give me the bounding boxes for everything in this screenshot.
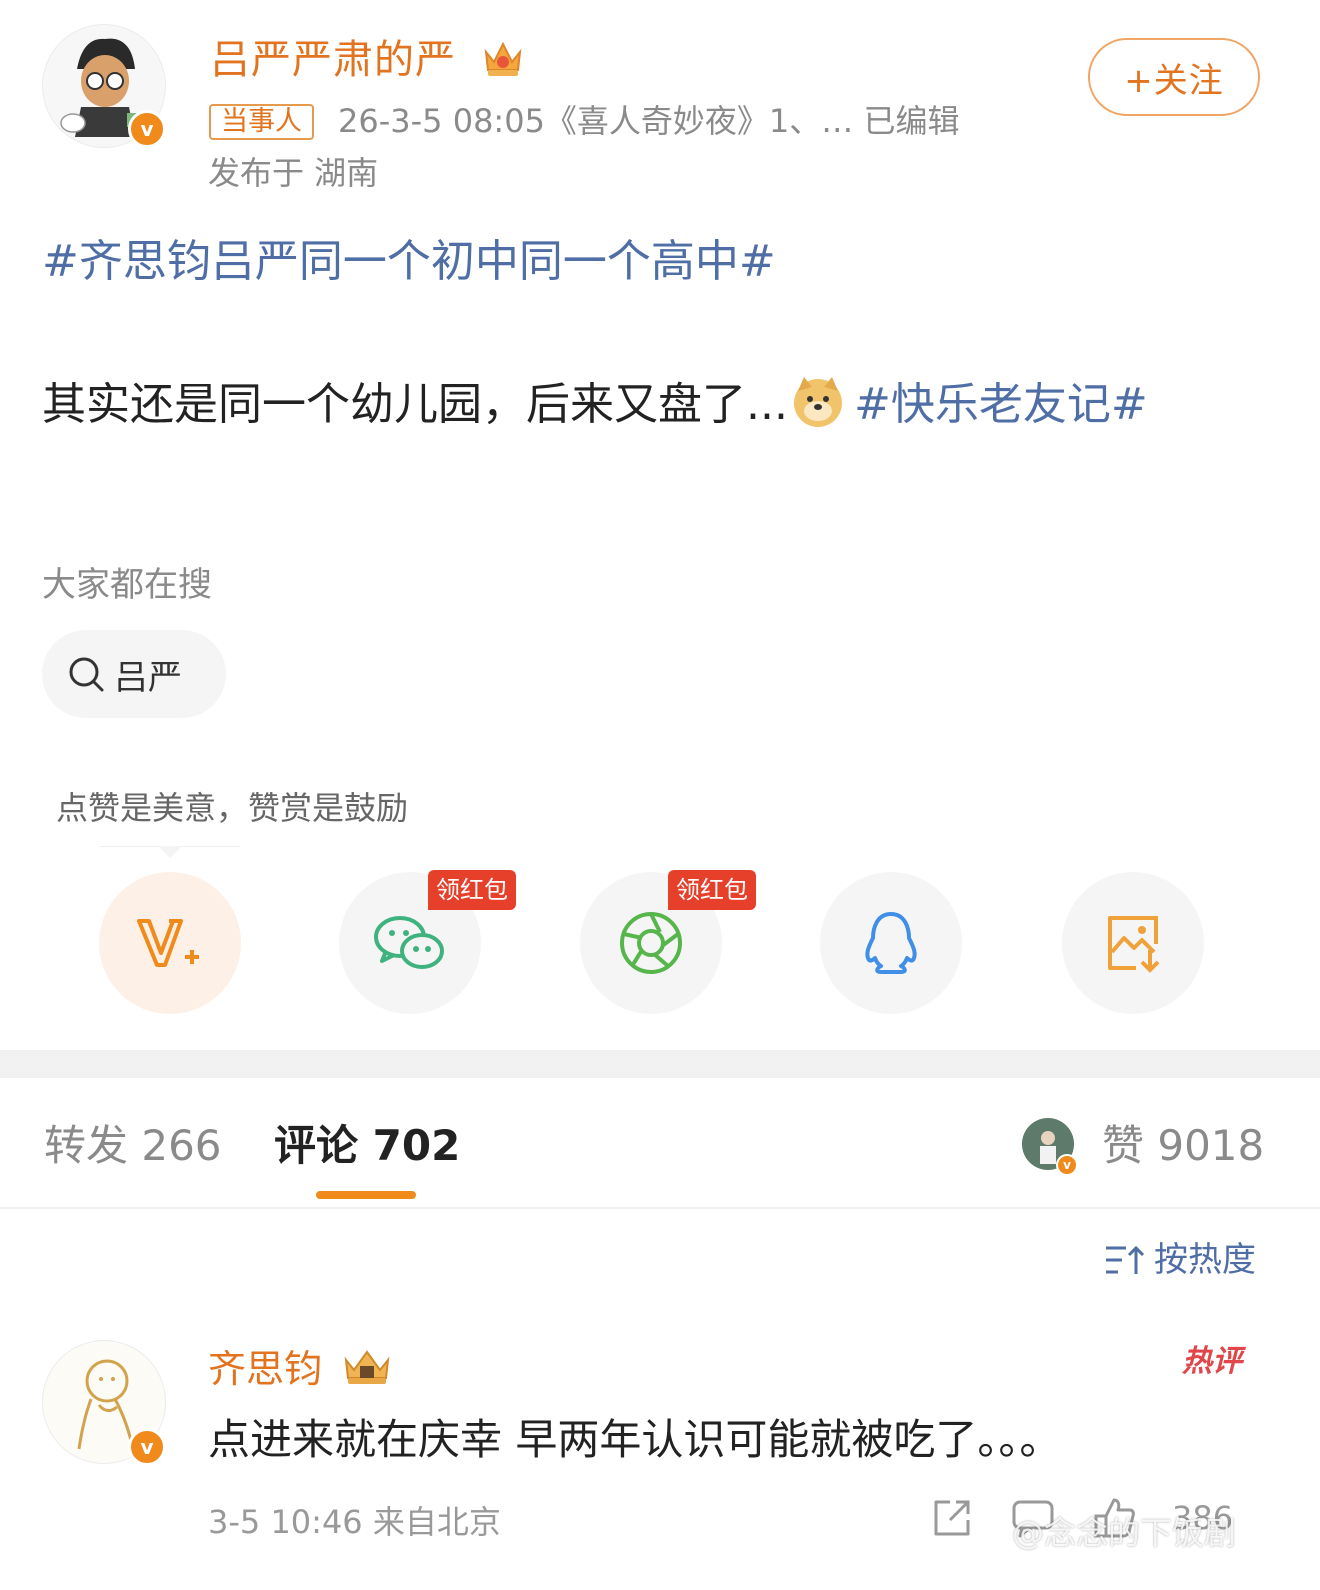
party-badge: 当事人 [209,104,314,140]
v-plus-icon [137,919,199,967]
red-packet-tag: 领红包 [428,870,516,910]
section-separator [0,1050,1320,1078]
reward-button[interactable] [99,872,241,1014]
post-meta: 26-3-5 08:05《喜人奇妙夜》1、… 已编辑 [338,102,960,140]
hot-comment-badge: 热评 [1182,1344,1242,1379]
tab-repost[interactable]: 转发 266 [44,1118,222,1174]
red-packet-tag: 领红包 [668,870,756,910]
verified-badge-icon: v [128,1428,166,1466]
search-chip[interactable]: 吕严 [42,630,226,718]
sort-button[interactable]: 按热度 [1104,1238,1256,1282]
crown-icon [480,36,526,84]
active-tab-indicator [316,1191,416,1199]
reward-tip: 点赞是美意，赞赏是鼓励 [56,789,409,827]
post-location: 发布于 湖南 [208,154,379,192]
sort-icon [1106,1245,1144,1274]
tab-like[interactable]: 赞 9018 [1102,1118,1264,1174]
save-image-button[interactable] [1062,872,1204,1014]
comment-meta: 3-5 10:46 来自北京 [208,1503,501,1541]
post-text-content: 其实还是同一个幼儿园，后来又盘了... [42,379,788,430]
comment-text: 点进来就在庆幸 早两年认识可能就被吃了。。。 [208,1415,1062,1464]
save-image-icon [1108,916,1160,973]
doge-emoji-icon [790,373,846,429]
moments-icon [620,912,682,974]
search-chip-label: 吕严 [114,657,182,698]
crown-icon [340,1344,394,1392]
tip-arrow [158,846,182,858]
share-icon[interactable] [930,1496,974,1540]
divider [0,1207,1320,1209]
commenter-name[interactable]: 齐思钧 [208,1346,322,1392]
trending-search-title: 大家都在搜 [42,565,212,605]
post-text: 其实还是同一个幼儿园，后来又盘了... #快乐老友记# [42,370,1272,440]
topic-link-happy[interactable]: #快乐老友记# [854,379,1148,430]
verified-badge-icon: v [128,110,166,148]
author-name[interactable]: 吕严严肃的严 [210,36,456,84]
sort-label: 按热度 [1154,1240,1256,1280]
share-qq-button[interactable] [820,872,962,1014]
tab-comment[interactable]: 评论 702 [274,1118,460,1174]
wechat-icon [374,916,444,969]
verified-badge-icon: v [1056,1154,1078,1176]
follow-button[interactable]: +关注 [1088,38,1260,116]
qq-icon [865,912,917,974]
watermark: @念念的下饭剧 [1012,1514,1237,1552]
search-icon [69,657,104,692]
topic-link[interactable]: #齐思钧吕严同一个初中同一个高中# [42,232,776,292]
